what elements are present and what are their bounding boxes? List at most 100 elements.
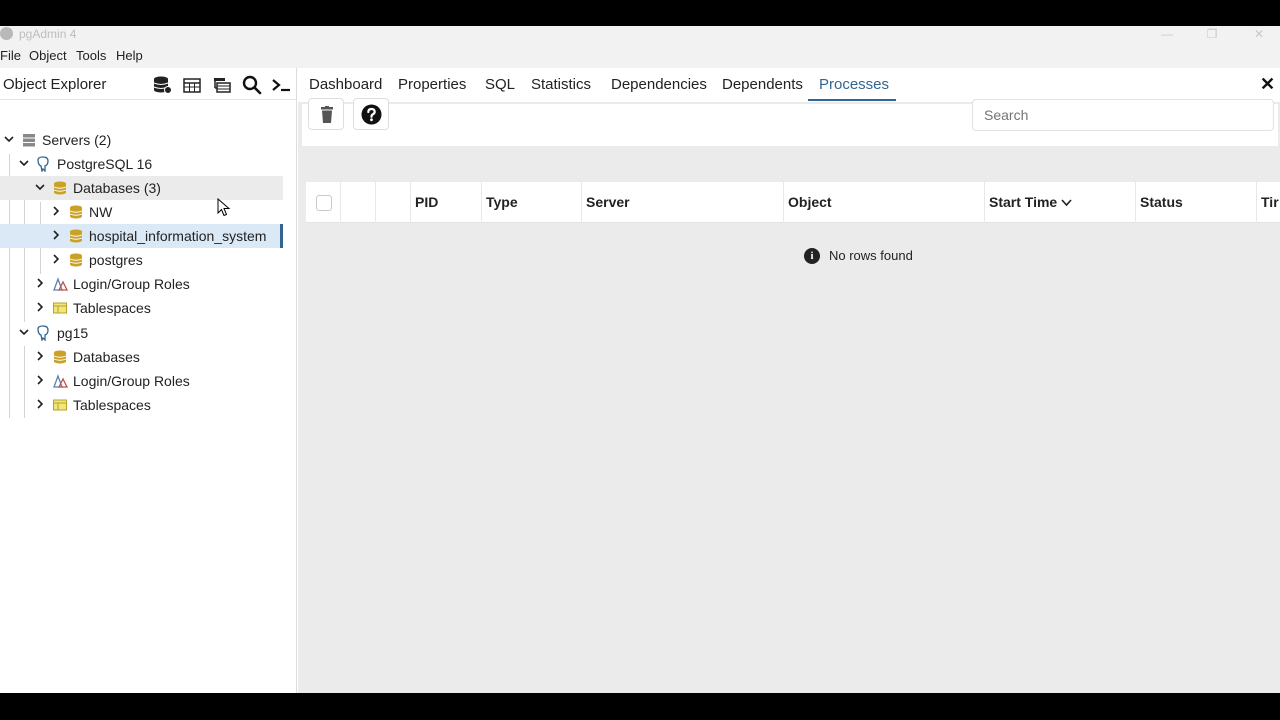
tree-item-label: Tablespaces xyxy=(73,397,151,413)
tree-item-roles-pg15[interactable]: Login/Group Roles xyxy=(0,369,283,393)
search-icon[interactable] xyxy=(241,74,263,96)
chevron-right-icon[interactable] xyxy=(34,398,46,410)
database-icon xyxy=(53,350,67,364)
column-header-status: Status xyxy=(1140,194,1183,210)
search-input[interactable] xyxy=(972,99,1274,131)
tree-item-roles-pg16[interactable]: Login/Group Roles xyxy=(0,272,283,296)
column-header-object: Object xyxy=(788,194,832,210)
elephant-icon xyxy=(37,156,49,172)
tree-item-server-pg15[interactable]: pg15 xyxy=(0,321,283,345)
tab-statistics[interactable]: Statistics xyxy=(531,76,591,93)
tablespace-icon xyxy=(53,302,67,314)
chevron-down-icon[interactable] xyxy=(18,326,30,338)
tab-properties[interactable]: Properties xyxy=(398,76,466,93)
chevron-right-icon[interactable] xyxy=(34,350,46,362)
empty-state-message: No rows found xyxy=(829,248,913,263)
tab-dependents[interactable]: Dependents xyxy=(722,76,803,93)
select-all-column xyxy=(306,182,341,223)
column-object[interactable]: Object xyxy=(784,182,985,223)
chevron-right-icon[interactable] xyxy=(34,374,46,386)
column-header-time: Tir xyxy=(1261,194,1279,210)
chevron-right-icon[interactable] xyxy=(50,229,62,241)
column-time[interactable]: Tir xyxy=(1257,182,1280,223)
title-bar: pgAdmin 4 — ❐ ✕ xyxy=(0,26,1280,44)
column-header-pid: PID xyxy=(415,194,439,210)
column-header-type: Type xyxy=(486,194,518,210)
menu-tools[interactable]: Tools xyxy=(76,48,106,63)
tree-item-label: Servers (2) xyxy=(42,132,112,148)
tablespace-icon xyxy=(53,399,67,411)
terminate-button[interactable] xyxy=(308,98,344,130)
column-pid[interactable]: PID xyxy=(411,182,482,223)
tree-item-label: Tablespaces xyxy=(73,300,151,316)
main-panel: Dashboard Properties SQL Statistics Depe… xyxy=(298,68,1280,693)
active-tab-indicator xyxy=(808,99,896,101)
column-type[interactable]: Type xyxy=(482,182,582,223)
tree-item-label: NW xyxy=(89,204,113,220)
object-explorer-header: Object Explorer xyxy=(0,68,297,100)
column-start-time[interactable]: Start Time xyxy=(985,182,1136,223)
window-title: pgAdmin 4 xyxy=(19,27,77,41)
tree-item-db-nw[interactable]: NW xyxy=(0,200,283,224)
mouse-cursor-icon xyxy=(217,198,231,217)
help-icon xyxy=(361,104,382,125)
tree-item-label: Databases xyxy=(73,349,140,365)
close-window-button[interactable]: ✕ xyxy=(1249,26,1269,44)
chevron-right-icon[interactable] xyxy=(50,205,62,217)
column-status[interactable]: Status xyxy=(1136,182,1257,223)
tab-dependencies[interactable]: Dependencies xyxy=(611,76,707,93)
menu-bar: File Object Tools Help xyxy=(0,44,1280,68)
menu-file[interactable]: File xyxy=(0,48,21,63)
tab-dashboard[interactable]: Dashboard xyxy=(309,76,382,93)
tree-item-label: Login/Group Roles xyxy=(73,276,190,292)
roles-icon xyxy=(53,277,68,291)
help-button[interactable] xyxy=(353,98,389,130)
pgadmin-window: pgAdmin 4 — ❐ ✕ File Object Tools Help O… xyxy=(0,26,1280,693)
menu-help[interactable]: Help xyxy=(116,48,143,63)
chevron-right-icon[interactable] xyxy=(34,277,46,289)
tree-item-tablespaces-pg15[interactable]: Tablespaces xyxy=(0,393,283,417)
column-header-server: Server xyxy=(586,194,630,210)
tab-sql[interactable]: SQL xyxy=(485,76,515,93)
elephant-icon xyxy=(37,325,49,341)
database-icon xyxy=(53,181,67,195)
tree-item-label: Databases (3) xyxy=(73,180,161,196)
tree-item-server-postgresql16[interactable]: PostgreSQL 16 xyxy=(0,152,283,176)
database-icon xyxy=(69,229,83,243)
select-all-checkbox[interactable] xyxy=(316,195,332,211)
sort-descending-icon xyxy=(1061,199,1072,207)
tree-item-label: PostgreSQL 16 xyxy=(57,156,153,172)
tab-processes[interactable]: Processes xyxy=(819,76,889,93)
column-header-start-time: Start Time xyxy=(989,194,1058,210)
column-server[interactable]: Server xyxy=(582,182,784,223)
tree-item-label: pg15 xyxy=(57,325,89,341)
info-icon: i xyxy=(804,248,820,264)
tab-bar: Dashboard Properties SQL Statistics Depe… xyxy=(298,68,1280,102)
database-icon[interactable] xyxy=(151,74,173,96)
chevron-right-icon[interactable] xyxy=(50,253,62,265)
table-icon[interactable] xyxy=(181,74,203,96)
grid-column-action xyxy=(376,182,411,223)
roles-icon xyxy=(53,374,68,388)
menu-object[interactable]: Object xyxy=(29,48,67,63)
minimize-button[interactable]: — xyxy=(1157,26,1177,44)
terminal-icon[interactable] xyxy=(270,74,292,96)
tree-item-databases-pg15[interactable]: Databases xyxy=(0,345,283,369)
chevron-down-icon[interactable] xyxy=(3,133,15,145)
database-icon xyxy=(69,205,83,219)
tree-item-db-postgres[interactable]: postgres xyxy=(0,248,283,272)
servers-icon xyxy=(23,134,35,147)
trash-icon xyxy=(321,106,333,123)
tree-item-tablespaces-pg16[interactable]: Tablespaces xyxy=(0,296,283,320)
chevron-down-icon[interactable] xyxy=(18,157,30,169)
tree-item-servers[interactable]: Servers (2) xyxy=(0,128,283,152)
close-icon[interactable]: ✕ xyxy=(1260,74,1275,95)
tree-item-databases-pg16[interactable]: Databases (3) xyxy=(0,176,283,200)
chevron-down-icon[interactable] xyxy=(34,181,46,193)
maximize-button[interactable]: ❐ xyxy=(1202,26,1222,44)
tree-item-label: Login/Group Roles xyxy=(73,373,190,389)
tree-item-db-hospital[interactable]: hospital_information_system xyxy=(0,224,283,248)
query-tool-icon[interactable] xyxy=(211,74,233,96)
chevron-right-icon[interactable] xyxy=(34,301,46,313)
object-explorer-title: Object Explorer xyxy=(3,76,107,93)
